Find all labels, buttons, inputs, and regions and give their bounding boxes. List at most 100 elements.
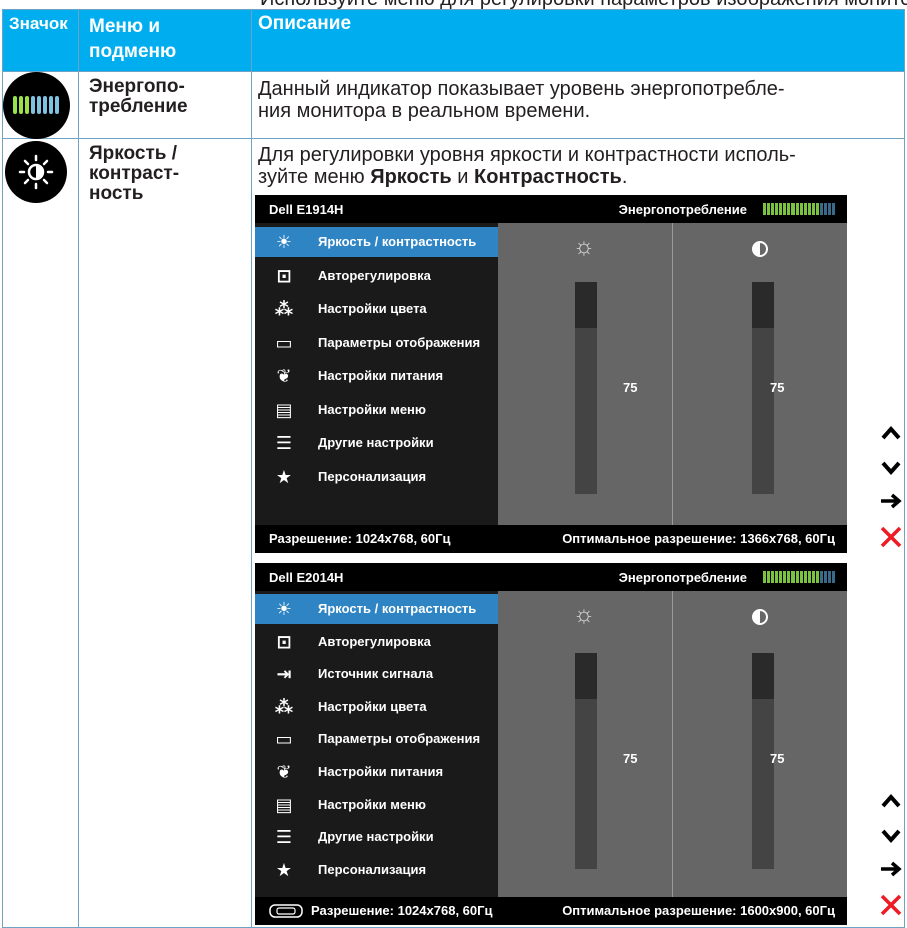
other-settings-icon: ☰ (275, 433, 293, 453)
right-arrow-icon[interactable] (876, 486, 906, 516)
personalize-icon: ★ (275, 466, 293, 487)
close-icon[interactable] (876, 522, 906, 552)
osd-menu-item-label: Настройки цвета (318, 301, 427, 316)
display-settings-icon: ▭ (275, 729, 293, 750)
panel-divider (672, 223, 673, 525)
optimal-resolution-text: Оптимальное разрешение: 1366x768, 60Гц (562, 531, 835, 546)
osd-menu-item[interactable]: ▭ Параметры отображения (255, 724, 498, 754)
input-source-icon: ⇥ (276, 664, 292, 685)
brightness-slider[interactable] (575, 282, 597, 494)
osd-buttons-1 (876, 418, 906, 558)
brightness-icon: ☀ (275, 599, 293, 619)
osd-menu-item[interactable]: ⊡ Авторегулировка (255, 261, 498, 291)
osd-menu-item-label: Параметры отображения (318, 731, 481, 747)
osd-screen-e1914h: Dell E1914H Энергопотребление ☀ Яркость /… (255, 195, 847, 553)
desc-power: Данный индикатор показывает уровень энер… (258, 78, 785, 122)
up-arrow-icon[interactable] (876, 786, 906, 816)
color-settings-icon: ⁂ (274, 696, 294, 717)
resolution-text: Разрешение: 1024x768, 60Гц (269, 531, 451, 546)
contrast-icon (752, 241, 768, 257)
menu-name-power: Энергопо- требление (89, 76, 188, 117)
power-meter-icon (3, 72, 70, 139)
row-divider (3, 138, 904, 139)
brightness-icon: ☀ (275, 232, 293, 252)
color-settings-icon: ⁂ (274, 299, 294, 319)
brightness-small-icon: ☼ (573, 233, 595, 260)
osd-screen-e2014h: Dell E2014H Энергопотребление ☀ Яркость /… (255, 563, 847, 925)
osd-menu-item[interactable]: ⊡ Авторегулировка (255, 627, 498, 657)
osd-model: Dell E2014H (269, 570, 344, 585)
power-gauge (763, 571, 836, 583)
vga-connector-icon (269, 904, 303, 918)
brightness-icon (5, 141, 67, 203)
other-settings-icon: ☰ (275, 827, 293, 848)
contrast-icon (752, 609, 768, 625)
osd-model: Dell E1914H (269, 202, 344, 217)
osd-menu-item[interactable]: ☀ Яркость / контрастность (255, 594, 498, 624)
menu-settings-icon: ▤ (275, 399, 293, 420)
osd-menu-item[interactable]: ☰ Другие настройки (255, 428, 498, 458)
osd-footer: Разрешение: 1024x768, 60Гц Оптимальное р… (255, 525, 847, 553)
auto-adjust-icon: ⊡ (276, 265, 292, 286)
osd-menu-item[interactable]: ▤ Настройки меню (255, 395, 498, 425)
osd-footer: Разрешение: 1024x768, 60Гц Оптимальное р… (255, 897, 847, 925)
brightness-value: 75 (623, 380, 638, 395)
up-arrow-icon[interactable] (876, 418, 906, 448)
osd-menu-item[interactable]: ❦ Настройки питания (255, 757, 498, 787)
osd-menu-item-label: Настройки питания (318, 764, 444, 779)
osd-menu-item[interactable]: ❦ Настройки питания (255, 361, 498, 391)
osd-header: Dell E1914H Энергопотребление (255, 195, 847, 223)
osd-menu-item[interactable]: ★ Персонализация (255, 462, 498, 492)
osd-adjust-panel: ☼ 75 75 (498, 223, 847, 525)
osd-menu-item-label: Настройки цвета (318, 698, 427, 714)
header-menu-col: Меню и подменю (89, 16, 177, 62)
osd-menu: ☀ Яркость / контрастность ⊡ Авторегулировка… (255, 591, 498, 925)
osd-menu-item[interactable]: ☀ Яркость / контрастность (255, 227, 498, 257)
brightness-small-icon: ☼ (573, 601, 595, 628)
osd-menu-item[interactable]: ⁂ Настройки цвета (255, 294, 498, 324)
right-arrow-icon[interactable] (876, 854, 906, 884)
osd-menu-item-label: Авторегулировка (318, 633, 431, 649)
col-divider (78, 10, 79, 927)
brightness-value: 75 (623, 751, 638, 766)
osd-menu-item-label: Настройки питания (318, 368, 444, 383)
osd-menu-item[interactable]: ▤ Настройки меню (255, 790, 498, 820)
osd-header: Dell E2014H Энергопотребление (255, 563, 847, 591)
desc-brightness: Для регулировки уровня яркости и контрас… (258, 144, 796, 188)
menu-name-brightness: Яркость / контраст- ность (89, 143, 180, 204)
osd-menu-item-label: Яркость / контрастность (318, 234, 477, 249)
osd-menu-item-label: Настройки меню (318, 796, 426, 812)
osd-menu-item[interactable]: ⇥ Источник сигнала (255, 659, 498, 689)
menu-settings-icon: ▤ (275, 794, 293, 815)
contrast-value: 75 (770, 751, 785, 766)
down-arrow-icon[interactable] (876, 820, 906, 850)
osd-power-label: Энергопотребление (618, 570, 747, 585)
osd-menu-item[interactable]: ⁂ Настройки цвета (255, 692, 498, 722)
row-divider (3, 71, 904, 72)
osd-adjust-panel: ☼ 75 75 (498, 591, 847, 897)
down-arrow-icon[interactable] (876, 452, 906, 482)
osd-menu-item-label: Яркость / контрастность (318, 601, 477, 616)
header-desc-col: Описание (258, 13, 352, 34)
osd-menu: ☀ Яркость / контрастность ⊡ Авторегулировка… (255, 223, 498, 553)
optimal-resolution-text: Оптимальное разрешение: 1600x900, 60Гц (562, 903, 835, 918)
panel-divider (672, 591, 673, 897)
auto-adjust-icon: ⊡ (276, 631, 292, 652)
energy-settings-icon: ❦ (276, 762, 292, 782)
osd-menu-item-label: Персонализация (318, 468, 427, 484)
power-gauge (763, 203, 836, 215)
osd-menu-item-label: Авторегулировка (318, 267, 431, 283)
osd-menu-item-label: Параметры отображения (318, 334, 481, 350)
close-icon[interactable] (876, 890, 906, 920)
osd-menu-item[interactable]: ☰ Другие настройки (255, 822, 498, 852)
col-divider (251, 10, 252, 927)
osd-menu-item-label: Персонализация (318, 861, 427, 877)
osd-menu-item[interactable]: ▭ Параметры отображения (255, 328, 498, 358)
table-header: Значок Меню и подменю Описание (3, 10, 904, 71)
osd-menu-item[interactable]: ★ Персонализация (255, 855, 498, 885)
osd-menu-item-label: Другие настройки (318, 829, 434, 845)
personalize-icon: ★ (275, 859, 293, 880)
osd-menu-item-label: Другие настройки (318, 435, 434, 450)
brightness-slider[interactable] (575, 653, 597, 869)
energy-settings-icon: ❦ (276, 366, 292, 386)
